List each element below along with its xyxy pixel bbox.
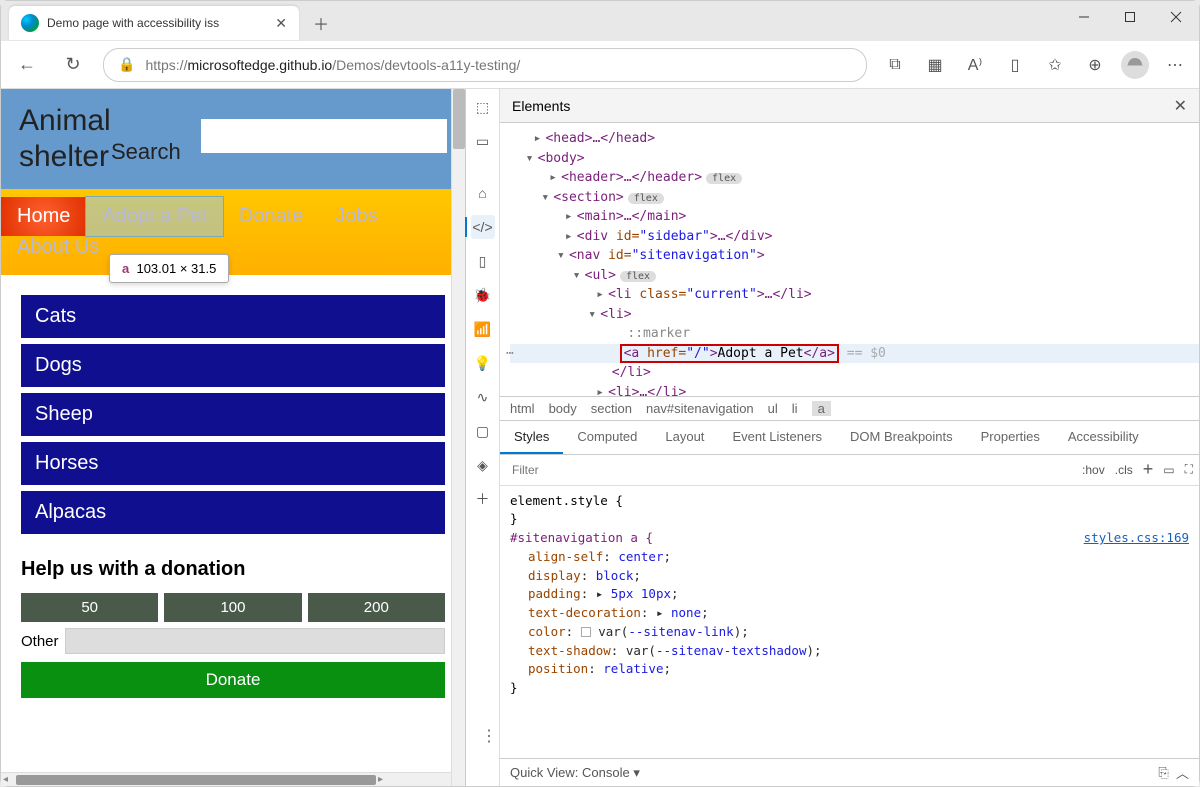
devtools-overflow-icon[interactable]: ⋮ [475,726,503,746]
refresh-button[interactable]: ↻ [57,49,89,81]
donate-100[interactable]: 100 [164,593,301,622]
devtools-header: Elements ✕ [500,89,1199,123]
animal-list: Cats Dogs Sheep Horses Alpacas [21,295,445,534]
sources-icon[interactable]: 🐞 [471,283,495,307]
list-item[interactable]: Alpacas [21,491,445,534]
tab-styles[interactable]: Styles [500,421,563,454]
toolbar-icons: ⧉ ▦ A⁾ ▯ ✩ ⊕ ⋯ [881,49,1189,81]
new-rule-button[interactable]: + [1143,459,1154,480]
quickview-more-icon[interactable]: ⎘ [1158,765,1168,781]
application-icon[interactable]: ▢ [471,419,495,443]
devtools-close-icon[interactable]: ✕ [1174,96,1187,116]
cls-toggle[interactable]: .cls [1115,463,1133,477]
reader-icon[interactable]: ▯ [1001,49,1029,81]
network-icon[interactable]: 📶 [471,317,495,341]
browser-chrome: Demo page with accessibility iss ✕ ＋ ← ↻… [1,1,1199,89]
tab-properties[interactable]: Properties [967,421,1054,454]
welcome-icon[interactable]: ⌂ [471,181,495,205]
elements-icon[interactable]: </> [471,215,495,239]
devtools-panel: ⬚ ▭ ⌂ </> ▯ 🐞 📶 💡 ∿ ▢ ◈ ＋ Elements ✕ ▸<h… [465,89,1199,786]
menu-icon[interactable]: ⋯ [1161,49,1189,81]
main-area: Animalshelter Search Home Adopt a Pet Do… [1,89,1199,786]
window-controls [1061,1,1199,33]
donate-50[interactable]: 50 [21,593,158,622]
list-item[interactable]: Horses [21,442,445,485]
console-icon[interactable]: ▯ [471,249,495,273]
device-mode-icon[interactable]: ▭ [1163,463,1174,477]
expand-icon[interactable]: ⛶ [1185,462,1193,477]
nav-jobs[interactable]: Jobs [319,197,393,236]
close-window-button[interactable] [1153,1,1199,33]
nav-donate[interactable]: Donate [223,197,320,236]
nav-home[interactable]: Home [1,197,86,236]
donate-button[interactable]: Donate [21,662,445,698]
tab-computed[interactable]: Computed [563,421,651,454]
donation-heading: Help us with a donation [21,558,445,581]
security-icon[interactable]: ◈ [471,453,495,477]
new-tab-button[interactable]: ＋ [307,9,335,37]
tab-listeners[interactable]: Event Listeners [718,421,836,454]
page-header: Animalshelter Search [1,89,465,189]
quickview-bar[interactable]: Quick View: Console ▾ ⎘ ︿ [500,758,1199,786]
styles-filter-row: :hov .cls + ▭ ⛶ [500,455,1199,486]
other-input[interactable] [65,628,445,654]
lock-icon: 🔒 [118,56,135,73]
performance-icon[interactable]: 💡 [471,351,495,375]
memory-icon[interactable]: ∿ [471,385,495,409]
other-label: Other [21,633,59,650]
device-icon[interactable]: ⧉ [881,49,909,81]
styles-body[interactable]: element.style { } #sitenavigation a {sty… [500,486,1199,759]
devtools-rail: ⬚ ▭ ⌂ </> ▯ 🐞 📶 💡 ∿ ▢ ◈ ＋ [466,89,500,786]
favorite-icon[interactable]: ✩ [1041,49,1069,81]
edge-icon [21,14,39,32]
extensions-icon[interactable]: ▦ [921,49,949,81]
search-label: Search [111,139,181,165]
read-aloud-icon[interactable]: A⁾ [961,49,989,81]
site-nav: Home Adopt a Pet Donate Jobs About Us [1,189,465,275]
hov-toggle[interactable]: :hov [1082,463,1105,477]
nav-about[interactable]: About Us [1,236,465,267]
browser-tab[interactable]: Demo page with accessibility iss ✕ [9,6,299,40]
donate-200[interactable]: 200 [308,593,445,622]
tab-accessibility[interactable]: Accessibility [1054,421,1153,454]
dom-breadcrumb[interactable]: html body section nav#sitenavigation ul … [500,396,1199,421]
tab-title: Demo page with accessibility iss [47,16,267,30]
other-amount-row: Other [21,628,445,654]
nav-adopt[interactable]: Adopt a Pet [86,197,223,236]
list-item[interactable]: Cats [21,295,445,338]
page-content: Cats Dogs Sheep Horses Alpacas Help us w… [1,275,465,718]
more-tools-icon[interactable]: ＋ [471,487,495,511]
donation-buttons: 50 100 200 [21,593,445,622]
horizontal-scrollbar[interactable] [1,772,451,786]
tab-bar: Demo page with accessibility iss ✕ ＋ [1,1,1199,41]
tab-dombreak[interactable]: DOM Breakpoints [836,421,967,454]
inspect-tooltip: a 103.01 × 31.5 [109,254,229,283]
maximize-button[interactable] [1107,1,1153,33]
devtools-main: Elements ✕ ▸<head>…</head> ▾<body> ▸<hea… [500,89,1199,786]
inspect-icon[interactable]: ⬚ [471,95,495,119]
vertical-scrollbar[interactable] [451,89,465,786]
address-bar[interactable]: 🔒 https://microsoftedge.github.io/Demos/… [103,48,867,82]
list-item[interactable]: Dogs [21,344,445,387]
panel-title: Elements [512,98,570,114]
dom-tree[interactable]: ▸<head>…</head> ▾<body> ▸<header>…</head… [500,123,1199,396]
device-toggle-icon[interactable]: ▭ [471,129,495,153]
style-tabs: Styles Computed Layout Event Listeners D… [500,421,1199,455]
address-bar-row: ← ↻ 🔒 https://microsoftedge.github.io/De… [1,41,1199,89]
tab-layout[interactable]: Layout [651,421,718,454]
collections-icon[interactable]: ⊕ [1081,49,1109,81]
profile-avatar[interactable] [1121,51,1149,79]
url-text: https://microsoftedge.github.io/Demos/de… [145,57,852,73]
minimize-button[interactable] [1061,1,1107,33]
quickview-collapse-icon[interactable]: ︿ [1176,763,1189,782]
selected-dom-node[interactable]: ⋯ <a href="/">Adopt a Pet</a> == $0 [510,344,1199,364]
list-item[interactable]: Sheep [21,393,445,436]
page-viewport: Animalshelter Search Home Adopt a Pet Do… [1,89,465,786]
back-button[interactable]: ← [11,49,43,81]
search-input[interactable] [201,119,447,153]
site-title: Animalshelter [19,103,111,175]
css-source-link[interactable]: styles.css:169 [1084,529,1189,548]
styles-filter-input[interactable] [506,457,1082,483]
close-tab-icon[interactable]: ✕ [275,15,287,32]
